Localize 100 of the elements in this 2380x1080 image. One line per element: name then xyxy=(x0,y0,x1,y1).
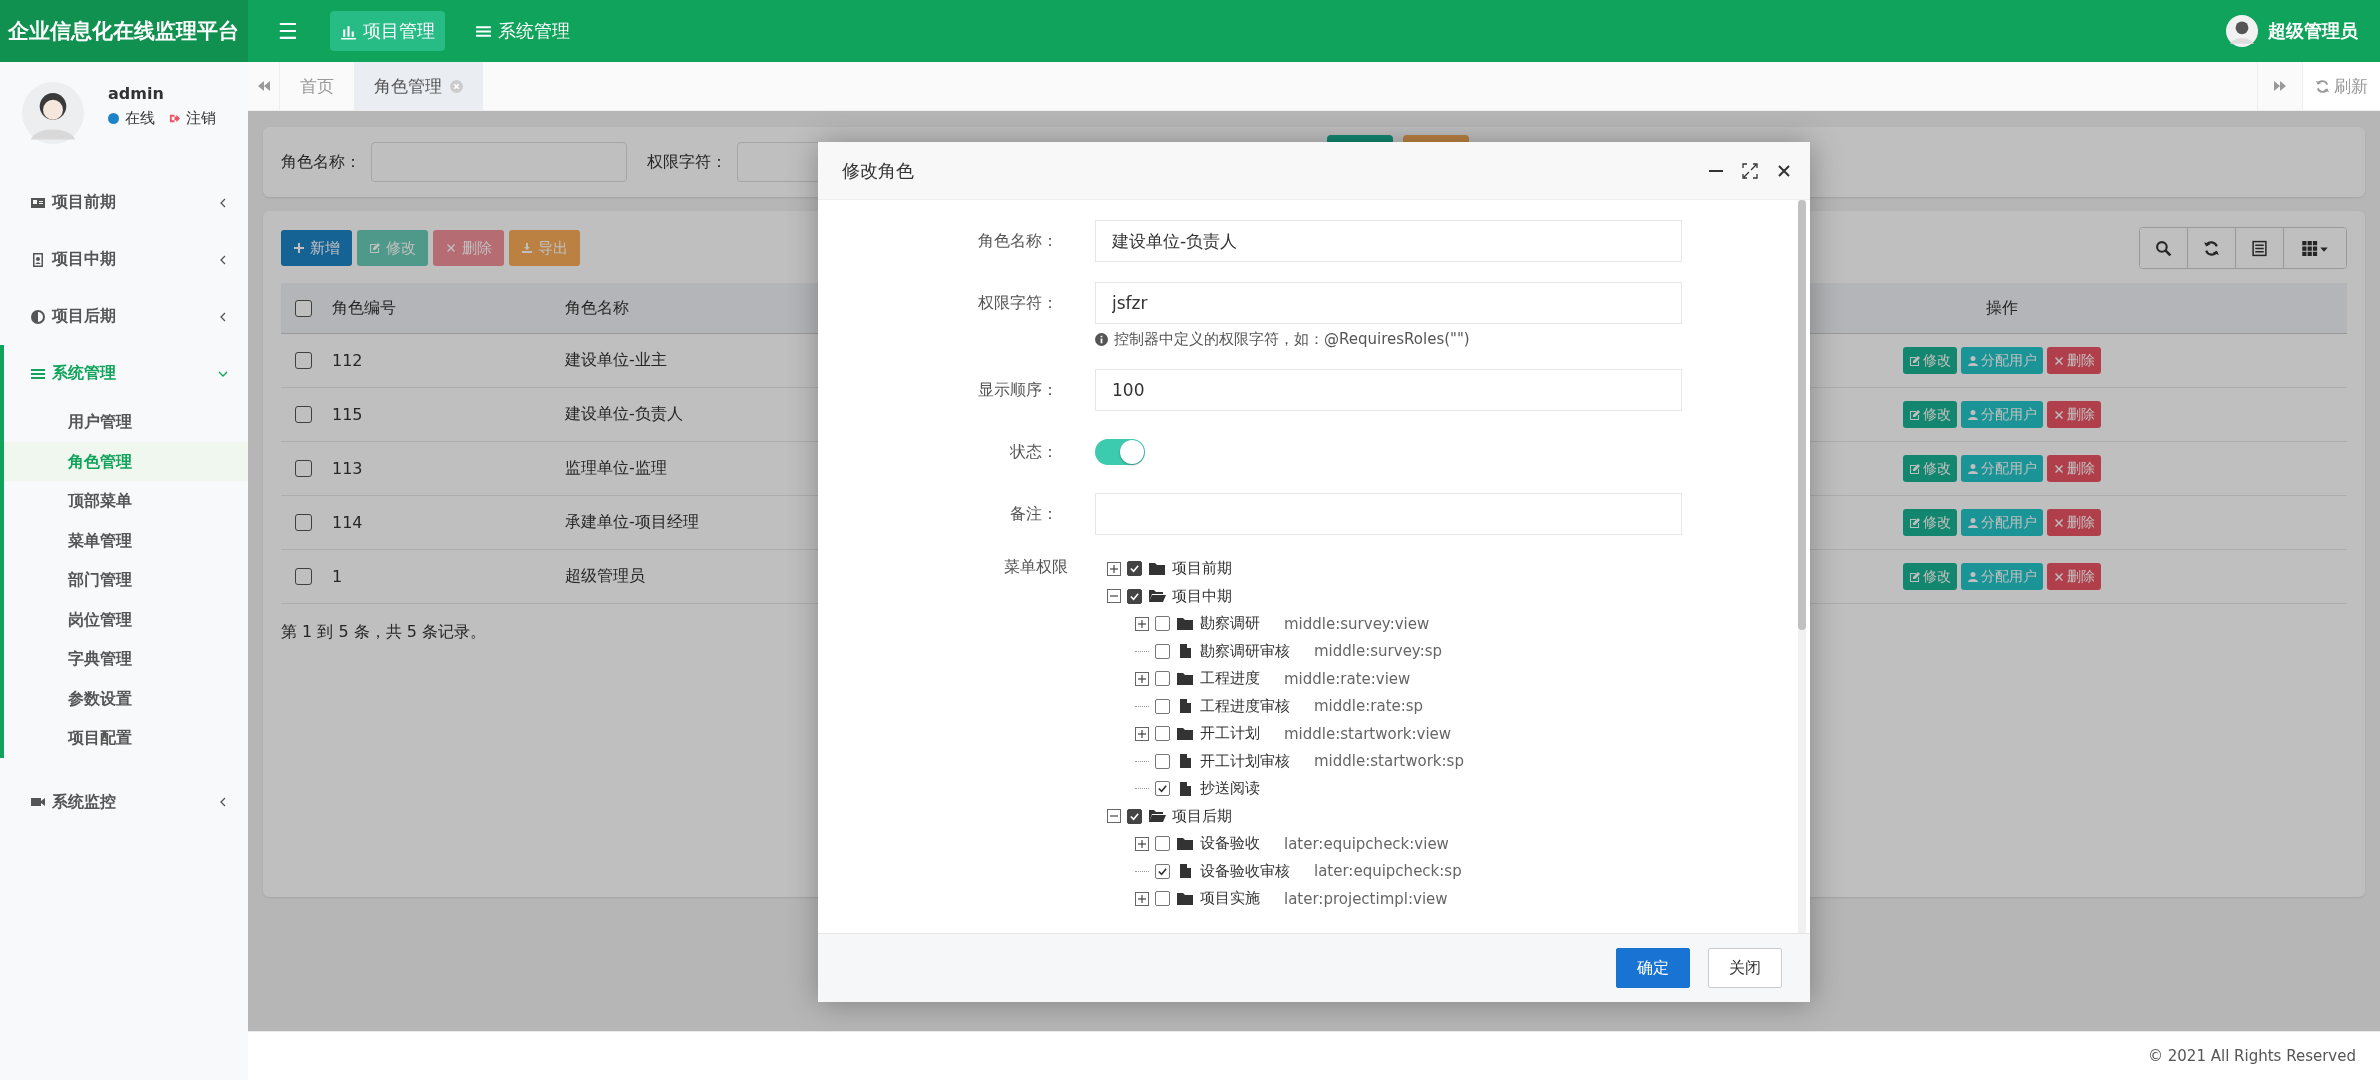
download-icon xyxy=(521,242,533,254)
sidebar-item[interactable]: 项目中期 xyxy=(4,231,248,288)
folder-icon xyxy=(1176,671,1194,686)
sidebar-subitem[interactable]: 项目配置 xyxy=(4,718,248,758)
action-icon xyxy=(1967,354,1979,367)
input-field[interactable]: 100 xyxy=(1095,369,1682,411)
search-button[interactable] xyxy=(2140,228,2188,268)
close-icon[interactable] xyxy=(1776,162,1792,179)
expander-icon[interactable] xyxy=(1135,726,1149,741)
tree-node-label[interactable]: 项目中期 xyxy=(1172,586,1232,606)
expander-icon[interactable] xyxy=(1135,616,1149,631)
sidebar-item[interactable]: 项目前期 xyxy=(4,174,248,231)
checkbox[interactable] xyxy=(1127,561,1142,577)
expander-icon[interactable] xyxy=(1107,561,1121,576)
checkbox[interactable] xyxy=(1127,808,1142,824)
tree-node-label[interactable]: 项目前期 xyxy=(1172,559,1232,579)
form-label: 状态： xyxy=(1009,441,1059,463)
action-icon xyxy=(2053,354,2065,367)
tree-node-label[interactable]: 设备验收 xyxy=(1200,834,1260,854)
tree-node-label[interactable]: 勘察调研审核 xyxy=(1200,641,1290,661)
page-tab[interactable]: 角色管理 xyxy=(354,62,483,110)
tree-node-label[interactable]: 抄送阅读 xyxy=(1200,779,1260,799)
logout-link[interactable]: 注销 xyxy=(186,109,216,128)
tree-node-label[interactable]: 项目实施 xyxy=(1200,889,1260,909)
table-cell-text: 建设单位-负责人 xyxy=(565,404,684,425)
column-header: 角色编号 xyxy=(332,297,397,319)
tree-node-label[interactable]: 开工计划审核 xyxy=(1200,751,1290,771)
checkbox[interactable] xyxy=(1155,643,1170,659)
checkbox[interactable] xyxy=(1127,588,1142,604)
checkbox[interactable] xyxy=(1155,616,1170,632)
checkbox[interactable] xyxy=(295,299,312,317)
checkbox[interactable] xyxy=(1155,726,1170,742)
sidebar-subitem[interactable]: 顶部菜单 xyxy=(4,481,248,521)
checkbox[interactable] xyxy=(1155,753,1170,769)
table-cell-text: 112 xyxy=(332,351,364,370)
logout-icon xyxy=(169,113,180,124)
sidebar-subitem[interactable]: 参数设置 xyxy=(4,678,248,718)
checkbox[interactable] xyxy=(1155,891,1170,907)
table-cell-text: 承建单位-项目经理 xyxy=(565,512,700,533)
action-icon xyxy=(1909,516,1921,529)
close-button[interactable]: 关闭 xyxy=(1708,948,1782,988)
tree-node-label[interactable]: 项目后期 xyxy=(1172,806,1232,826)
expander-icon[interactable] xyxy=(1135,891,1149,906)
sidebar-subitem[interactable]: 部门管理 xyxy=(4,560,248,600)
tree-node-label[interactable]: 设备验收审核 xyxy=(1200,861,1290,881)
folder-icon xyxy=(1176,726,1194,741)
tree-node-label[interactable]: 工程进度 xyxy=(1200,669,1260,689)
maximize-icon[interactable] xyxy=(1742,162,1758,179)
form-label: 权限字符： xyxy=(977,292,1059,314)
toolbar-button[interactable]: 新增 xyxy=(281,230,352,266)
scroll-right-button[interactable] xyxy=(2257,62,2303,110)
remark-field[interactable] xyxy=(1095,493,1682,535)
list-icon xyxy=(2251,239,2268,257)
checkbox[interactable] xyxy=(295,460,312,477)
tree-node-label[interactable]: 勘察调研 xyxy=(1200,614,1260,634)
checkbox[interactable] xyxy=(1155,671,1170,687)
expander-icon[interactable] xyxy=(1107,809,1121,824)
scrollbar[interactable] xyxy=(1798,200,1806,933)
check-icon xyxy=(1129,563,1140,575)
checkbox[interactable] xyxy=(1155,781,1170,797)
tree-node-label[interactable]: 开工计划 xyxy=(1200,724,1260,744)
double-right-icon xyxy=(2273,80,2287,92)
confirm-button[interactable]: 确定 xyxy=(1616,948,1690,988)
nav-icon xyxy=(30,251,46,268)
status-toggle[interactable] xyxy=(1095,439,1145,465)
input-field[interactable]: jsfzr xyxy=(1095,282,1682,324)
permission-key: later:equipcheck:view xyxy=(1284,834,1449,853)
plus-icon xyxy=(293,242,305,254)
sidebar-subitem[interactable]: 字典管理 xyxy=(4,639,248,679)
field-label: 角色名称： xyxy=(281,151,361,173)
action-icon xyxy=(1909,570,1921,583)
expander-icon[interactable] xyxy=(1135,836,1149,851)
checkbox[interactable] xyxy=(1155,836,1170,852)
input-field[interactable]: 建设单位-负责人 xyxy=(1095,220,1682,262)
double-left-icon xyxy=(256,80,271,92)
folder-icon xyxy=(1176,891,1194,906)
action-icon xyxy=(2053,516,2065,529)
checkbox[interactable] xyxy=(295,514,312,531)
form-label: 角色名称： xyxy=(977,230,1059,252)
checkbox[interactable] xyxy=(1155,863,1170,879)
nav-icon xyxy=(30,308,46,325)
table-cell-text: 监理单位-监理 xyxy=(565,458,668,479)
sidebar-subitem[interactable]: 用户管理 xyxy=(4,402,248,442)
refresh-icon xyxy=(2203,239,2220,257)
sidebar-subitem[interactable]: 岗位管理 xyxy=(4,599,248,639)
action-icon xyxy=(2053,462,2065,475)
search-field[interactable] xyxy=(371,142,627,182)
action-icon xyxy=(1909,354,1921,367)
sidebar-item[interactable]: 项目后期 xyxy=(4,288,248,345)
sidebar-item[interactable]: 系统监控 xyxy=(4,773,248,831)
tree-node-label[interactable]: 工程进度审核 xyxy=(1200,696,1290,716)
checkbox[interactable] xyxy=(295,406,312,423)
expander-icon[interactable] xyxy=(1107,589,1121,604)
checkbox[interactable] xyxy=(295,568,312,585)
dialog-title: 修改角色 xyxy=(842,158,914,183)
checkbox[interactable] xyxy=(295,352,312,369)
sidebar-subitem[interactable]: 菜单管理 xyxy=(4,520,248,560)
checkbox[interactable] xyxy=(1155,698,1170,714)
expander-icon[interactable] xyxy=(1135,671,1149,686)
avatar[interactable] xyxy=(2226,15,2258,47)
